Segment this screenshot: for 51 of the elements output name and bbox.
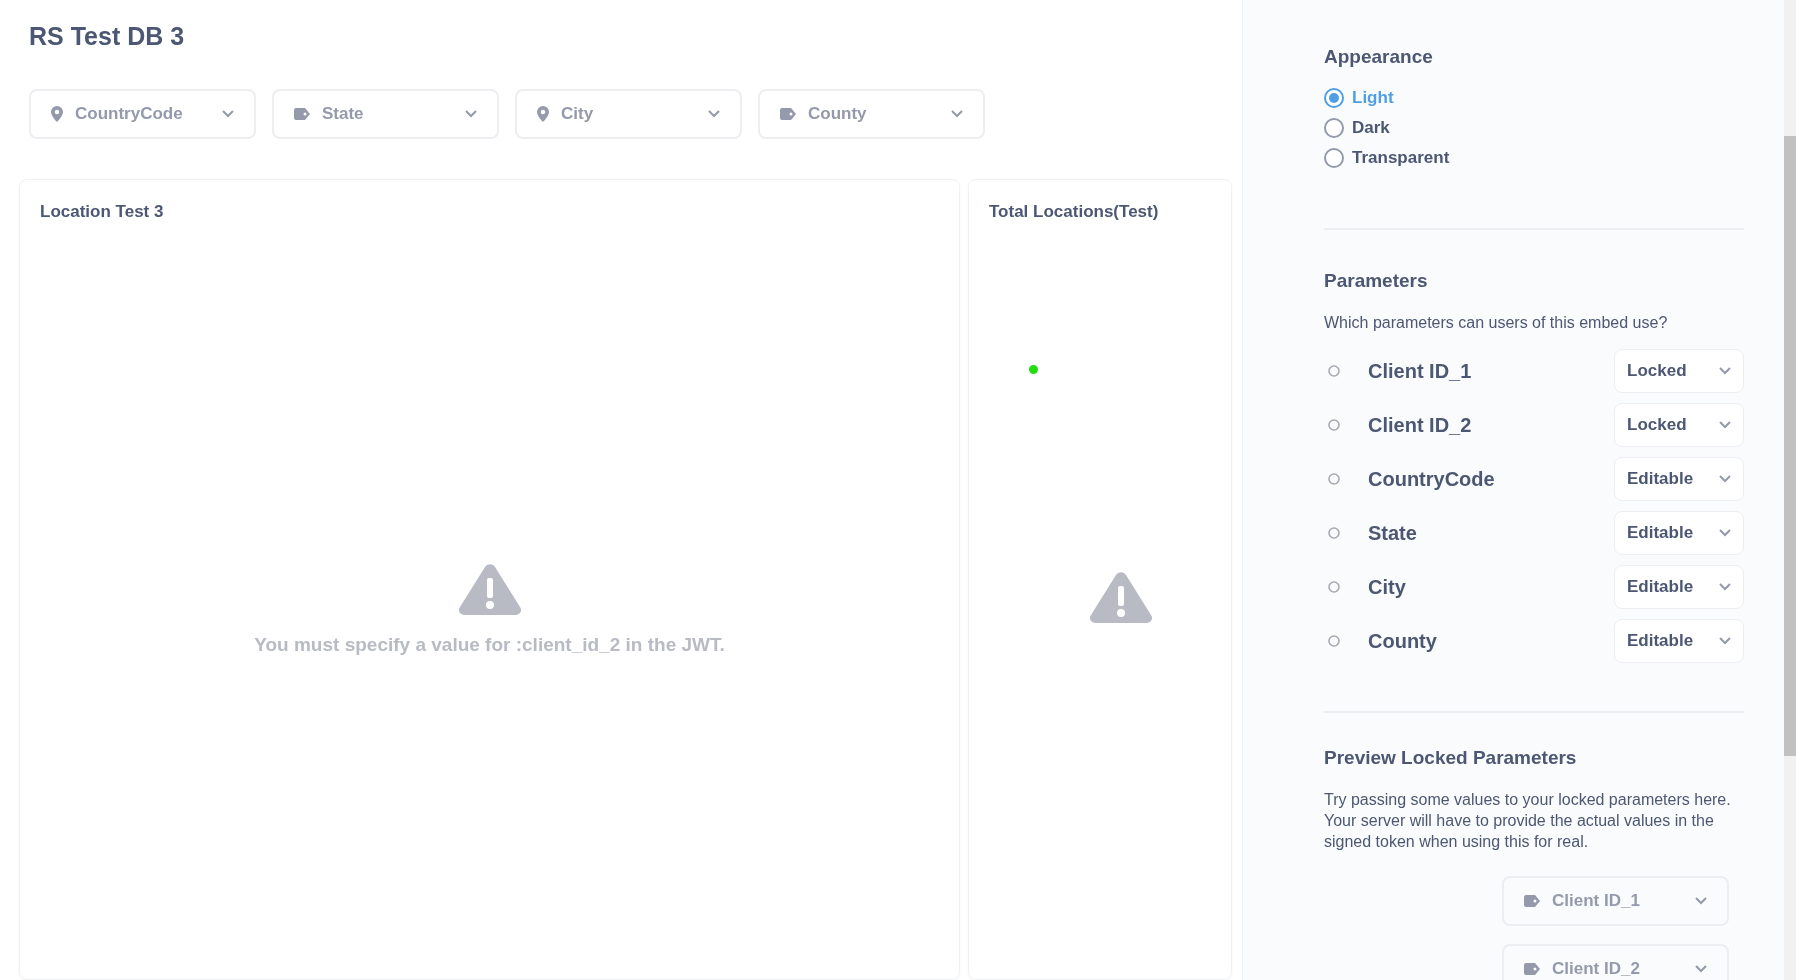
circle-icon [1328, 473, 1340, 485]
location-pin-icon [51, 106, 63, 122]
warning-icon [1089, 572, 1153, 624]
error-message: You must specify a value for :client_id_2 in the JWT. [254, 634, 725, 656]
tag-icon [294, 108, 310, 120]
help-text: Which parameters can users of this embed use? [1324, 313, 1669, 333]
chevron-down-icon [1695, 965, 1707, 973]
section-heading: Appearance [1324, 46, 1434, 68]
warning-icon [457, 564, 522, 616]
tag-icon [780, 108, 796, 120]
dashboard-title: RS Test DB 3 [29, 22, 186, 51]
chevron-down-icon [1719, 421, 1731, 429]
circle-icon [1328, 365, 1340, 377]
circle-icon [1328, 635, 1340, 647]
parameter-mode-dropdown[interactable]: Editable [1614, 511, 1744, 555]
chevron-down-icon [708, 110, 720, 118]
radio-option[interactable]: Dark [1324, 118, 1390, 138]
chevron-down-icon [1719, 583, 1731, 591]
card-title: Total Locations(Test) [989, 202, 1160, 222]
parameter-name: Client ID_1 [1368, 359, 1473, 383]
parameter-name: Client ID_2 [1368, 413, 1473, 437]
chevron-down-icon [1719, 637, 1731, 645]
chevron-down-icon [1719, 529, 1731, 537]
chevron-down-icon [1695, 897, 1707, 905]
help-text: Try passing some values to your locked parameters here. Your server will have to provide the actual values in the signed token when using this for real. [1324, 790, 1732, 852]
tag-icon [1524, 895, 1540, 907]
section-heading: Parameters [1324, 270, 1429, 292]
chevron-down-icon [465, 110, 477, 118]
section-heading: Preview Locked Parameters [1324, 747, 1578, 769]
tag-icon [1524, 963, 1540, 975]
circle-icon [1328, 581, 1340, 593]
parameter-mode-dropdown[interactable]: Editable [1614, 565, 1744, 609]
card-title: Location Test 3 [40, 202, 165, 222]
parameter-mode-dropdown[interactable]: Locked [1614, 349, 1744, 393]
scrollbar[interactable] [1784, 0, 1796, 980]
parameter-name: City [1368, 575, 1407, 599]
parameter-mode-dropdown[interactable]: Locked [1614, 403, 1744, 447]
radio-option[interactable]: Transparent [1324, 148, 1450, 168]
circle-icon [1328, 527, 1340, 539]
parameter-mode-dropdown[interactable]: Editable [1614, 457, 1744, 501]
parameter-name: CountryCode [1368, 467, 1496, 491]
parameter-name: State [1368, 521, 1418, 545]
circle-icon [1328, 419, 1340, 431]
map-point-icon [1029, 365, 1038, 374]
chevron-down-icon [1719, 475, 1731, 483]
parameter-mode-dropdown[interactable]: Editable [1614, 619, 1744, 663]
location-pin-icon [537, 106, 549, 122]
parameter-name: County [1368, 629, 1438, 653]
chevron-down-icon [222, 110, 234, 118]
chevron-down-icon [951, 110, 963, 118]
chevron-down-icon [1719, 367, 1731, 375]
